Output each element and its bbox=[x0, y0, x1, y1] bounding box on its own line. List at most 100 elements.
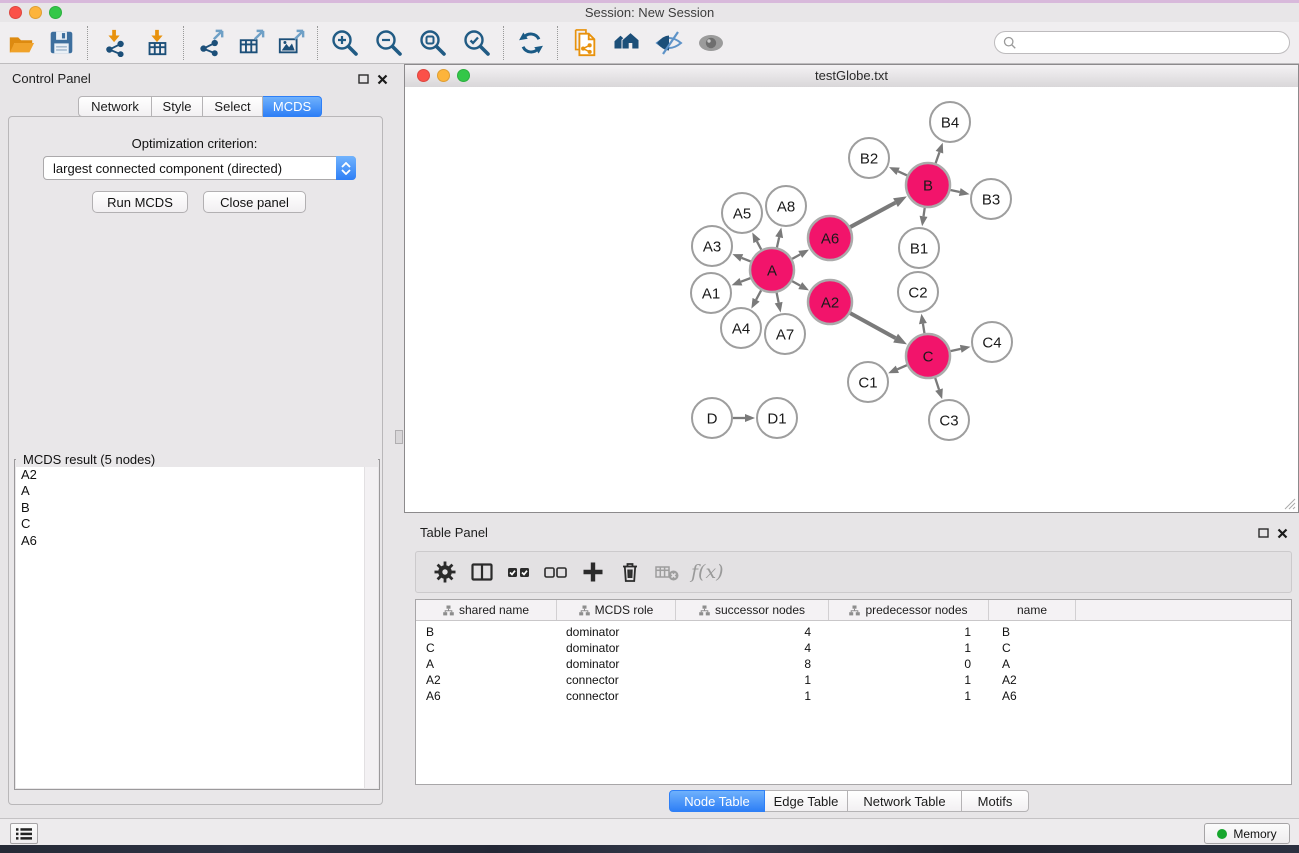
criterion-dropdown[interactable]: largest connected component (directed) bbox=[43, 156, 356, 180]
open-session-button[interactable] bbox=[4, 27, 38, 59]
table-row[interactable]: Adominator80A bbox=[416, 656, 1291, 672]
column-header-mcds-role[interactable]: MCDS role bbox=[557, 600, 676, 620]
column-header-predecessor-nodes[interactable]: predecessor nodes bbox=[829, 600, 989, 620]
table-cell: 1 bbox=[829, 673, 989, 687]
clone-network-button[interactable] bbox=[568, 27, 602, 59]
function-builder-button[interactable]: f(x) bbox=[691, 561, 724, 583]
result-item[interactable]: B bbox=[16, 500, 378, 516]
home-button[interactable] bbox=[610, 27, 644, 59]
run-mcds-button[interactable]: Run MCDS bbox=[92, 191, 188, 213]
network-canvas[interactable]: B4B2BB3A8A5A6A3B1AA1C2A2A4A7C4CC1DD1C3 bbox=[405, 87, 1298, 512]
result-item[interactable]: A6 bbox=[16, 533, 378, 549]
graph-edge[interactable] bbox=[897, 365, 907, 369]
graph-node-label: A bbox=[767, 262, 777, 279]
column-header-name[interactable]: name bbox=[989, 600, 1076, 620]
graph-edge[interactable] bbox=[850, 203, 895, 227]
table-row[interactable]: A2connector11A2 bbox=[416, 672, 1291, 688]
graph-node-label: A7 bbox=[776, 326, 794, 343]
tab-select[interactable]: Select bbox=[203, 96, 263, 117]
show-graphics-button[interactable] bbox=[694, 27, 728, 59]
control-panel-float-button[interactable] bbox=[356, 72, 370, 86]
export-image-icon bbox=[277, 29, 305, 57]
add-column-button[interactable] bbox=[574, 557, 611, 587]
graph-edge[interactable] bbox=[924, 208, 925, 217]
memory-button[interactable]: Memory bbox=[1204, 823, 1290, 844]
graph-edge[interactable] bbox=[950, 349, 960, 351]
search-box[interactable] bbox=[994, 31, 1290, 54]
tab-network[interactable]: Network bbox=[78, 96, 152, 117]
close-panel-button[interactable]: Close panel bbox=[203, 191, 306, 213]
show-columns-button[interactable] bbox=[463, 557, 500, 587]
graph-edge[interactable] bbox=[898, 171, 907, 175]
home-icon bbox=[612, 28, 642, 58]
tab-motifs[interactable]: Motifs bbox=[962, 790, 1029, 812]
tab-label: Select bbox=[214, 99, 250, 114]
columns-icon bbox=[470, 560, 494, 584]
delete-columns-button[interactable] bbox=[611, 557, 648, 587]
graph-edge[interactable] bbox=[792, 254, 800, 258]
column-label: shared name bbox=[459, 603, 529, 617]
column-header-shared-name[interactable]: shared name bbox=[416, 600, 557, 620]
graph-edge[interactable] bbox=[850, 313, 895, 338]
graph-edge[interactable] bbox=[741, 278, 751, 282]
result-item[interactable]: A2 bbox=[16, 467, 378, 483]
table-row[interactable]: Bdominator41B bbox=[416, 624, 1291, 640]
zoom-selected-button[interactable] bbox=[460, 27, 494, 59]
graph-edge[interactable] bbox=[936, 152, 940, 163]
graph-edge[interactable] bbox=[777, 293, 779, 303]
zoom-in-button[interactable] bbox=[328, 27, 362, 59]
export-table-button[interactable] bbox=[234, 27, 268, 59]
table-cell: A bbox=[416, 657, 557, 671]
graph-edge[interactable] bbox=[756, 290, 761, 299]
zoom-out-button[interactable] bbox=[372, 27, 406, 59]
search-icon bbox=[1003, 36, 1017, 50]
graph-edge[interactable] bbox=[923, 324, 925, 334]
tab-edge-table[interactable]: Edge Table bbox=[765, 790, 848, 812]
column-type-icon bbox=[579, 605, 590, 616]
graph-edge[interactable] bbox=[742, 258, 751, 262]
import-network-button[interactable] bbox=[98, 27, 132, 59]
graph-node-label: A4 bbox=[732, 320, 750, 337]
result-item[interactable]: A bbox=[16, 483, 378, 499]
tab-mcds[interactable]: MCDS bbox=[263, 96, 322, 117]
tab-label: Motifs bbox=[978, 794, 1013, 809]
result-scrollbar[interactable] bbox=[364, 467, 378, 788]
toolbar-separator bbox=[317, 26, 319, 60]
select-all-rows-button[interactable] bbox=[500, 557, 537, 587]
hide-graphics-button[interactable] bbox=[652, 27, 686, 59]
show-tasks-button[interactable] bbox=[10, 823, 38, 844]
refresh-layout-button[interactable] bbox=[514, 27, 548, 59]
control-panel-close-button[interactable] bbox=[375, 72, 389, 86]
column-type-icon bbox=[443, 605, 454, 616]
network-window-titlebar[interactable]: testGlobe.txt bbox=[405, 65, 1298, 88]
table-options-button[interactable] bbox=[426, 557, 463, 587]
delete-table-button[interactable] bbox=[648, 557, 685, 587]
tab-node-table[interactable]: Node Table bbox=[669, 790, 765, 812]
import-table-button[interactable] bbox=[140, 27, 174, 59]
tab-style[interactable]: Style bbox=[152, 96, 203, 117]
column-header-successor-nodes[interactable]: successor nodes bbox=[676, 600, 829, 620]
save-session-button[interactable] bbox=[44, 27, 78, 59]
graph-edge[interactable] bbox=[950, 190, 959, 192]
panel-divider-handle[interactable] bbox=[395, 430, 403, 444]
resize-grip-icon[interactable] bbox=[1282, 496, 1296, 510]
graph-edge[interactable] bbox=[757, 241, 761, 249]
deselect-all-rows-button[interactable] bbox=[537, 557, 574, 587]
graph-edge[interactable] bbox=[935, 378, 939, 390]
mcds-result-list[interactable]: A2ABCA6 bbox=[16, 467, 378, 788]
search-input[interactable] bbox=[1017, 34, 1271, 51]
table-panel-close-button[interactable] bbox=[1275, 526, 1289, 540]
graph-edge[interactable] bbox=[792, 281, 800, 285]
table-row[interactable]: A6connector11A6 bbox=[416, 688, 1291, 704]
graph-edge[interactable] bbox=[777, 237, 779, 247]
table-panel-float-button[interactable] bbox=[1256, 526, 1270, 540]
zoom-fit-button[interactable] bbox=[416, 27, 450, 59]
result-item[interactable]: C bbox=[16, 516, 378, 532]
eye-icon bbox=[696, 28, 726, 58]
graph-node-label: D1 bbox=[767, 410, 786, 427]
export-network-button[interactable] bbox=[194, 27, 228, 59]
table-row[interactable]: Cdominator41C bbox=[416, 640, 1291, 656]
graph-node-label: B4 bbox=[941, 114, 959, 131]
tab-network-table[interactable]: Network Table bbox=[848, 790, 962, 812]
export-image-button[interactable] bbox=[274, 27, 308, 59]
